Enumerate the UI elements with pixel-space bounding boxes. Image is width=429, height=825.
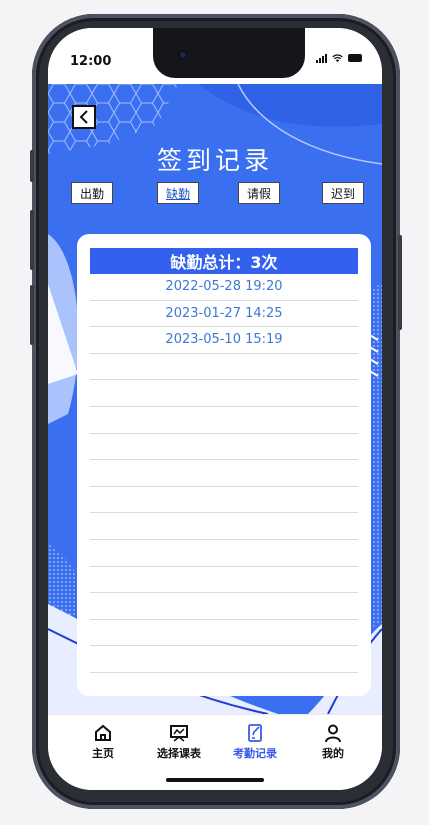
camera-icon	[178, 50, 188, 60]
record-row[interactable]: 2023-05-10 15:19	[90, 327, 358, 354]
empty-row	[90, 567, 358, 594]
tab-present[interactable]: 出勤	[71, 182, 113, 204]
empty-row	[90, 620, 358, 647]
phone-silent-switch	[30, 150, 34, 182]
status-icons	[316, 53, 362, 63]
empty-row	[90, 540, 358, 567]
empty-row	[90, 354, 358, 381]
attendance-record-card: 缺勤总计：3次 2022-05-28 19:20 2023-01-27 14:2…	[77, 234, 371, 696]
home-icon	[95, 724, 111, 741]
empty-row	[90, 407, 358, 434]
empty-row	[90, 380, 358, 407]
tab-absent[interactable]: 缺勤	[157, 182, 199, 204]
phone-volume-down	[30, 285, 34, 345]
signal-icon	[316, 53, 327, 63]
wifi-icon	[332, 53, 343, 62]
filter-tabs: 出勤 缺勤 请假 迟到	[48, 182, 382, 206]
record-row[interactable]: 2023-01-27 14:25	[90, 301, 358, 328]
tab-leave[interactable]: 请假	[238, 182, 280, 204]
absence-summary: 缺勤总计：3次	[90, 248, 358, 274]
home-indicator[interactable]	[166, 778, 264, 782]
nav-home[interactable]: 主页	[68, 723, 138, 761]
nav-profile-label: 我的	[322, 747, 344, 760]
notch	[153, 28, 305, 78]
page-title: 签到记录	[156, 146, 273, 175]
tab-late[interactable]: 迟到	[322, 182, 364, 204]
record-list: 2022-05-28 19:20 2023-01-27 14:25 2023-0…	[90, 274, 358, 673]
nav-home-label: 主页	[92, 747, 114, 760]
empty-row	[90, 593, 358, 620]
chevron-left-icon	[79, 110, 88, 124]
back-button[interactable]	[72, 105, 96, 129]
screen: 12:00 签到记录 出勤 缺勤 请假 迟到 缺勤总计：3次 2022-05-2…	[48, 28, 382, 790]
user-icon	[325, 724, 341, 743]
empty-row	[90, 460, 358, 487]
empty-row	[90, 487, 358, 514]
nav-attendance[interactable]: 考勤记录	[220, 723, 290, 761]
empty-row	[90, 513, 358, 540]
record-row[interactable]: 2022-05-28 19:20	[90, 274, 358, 301]
empty-row	[90, 646, 358, 673]
nav-attendance-label: 考勤记录	[233, 747, 277, 760]
attendance-icon	[248, 724, 262, 742]
empty-row	[90, 434, 358, 461]
battery-icon	[348, 54, 362, 62]
schedule-icon	[170, 725, 188, 742]
phone-volume-up	[30, 210, 34, 270]
nav-schedule[interactable]: 选择课表	[144, 723, 214, 761]
nav-profile[interactable]: 我的	[298, 723, 368, 761]
status-time: 12:00	[70, 54, 112, 69]
nav-schedule-label: 选择课表	[157, 747, 201, 760]
phone-power-button	[398, 235, 402, 330]
